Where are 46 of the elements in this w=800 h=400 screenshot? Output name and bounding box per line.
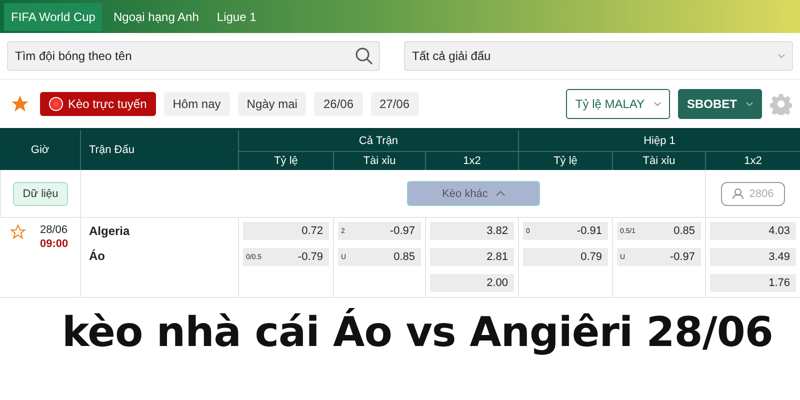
league-tab[interactable]: FIFA World Cup <box>4 2 102 30</box>
chevron-down-icon <box>654 102 661 106</box>
column-group-header: Hiệp 1 <box>518 130 800 152</box>
chevron-down-icon <box>778 54 785 58</box>
bookmaker-dropdown[interactable]: SBOBET <box>678 89 762 119</box>
column-group-header: Cả Trận <box>238 130 518 152</box>
odds-cell[interactable]: 3.49 <box>710 248 796 266</box>
date-button[interactable]: 27/06 <box>370 92 419 116</box>
home-team: Algeria <box>89 224 131 238</box>
odds-cell[interactable]: 0.72 <box>243 222 329 240</box>
date-button[interactable]: Hôm nay <box>164 92 230 116</box>
chevron-down-icon <box>746 102 753 106</box>
column-header: 1x2 <box>705 152 800 170</box>
column-header: Tài xỉu <box>612 152 705 170</box>
league-tab[interactable]: Ligue 1 <box>210 2 264 30</box>
column-header: 1x2 <box>425 152 518 170</box>
favorite-star-icon[interactable] <box>10 224 26 240</box>
odds-cell[interactable]: 2.00 <box>430 274 514 292</box>
search-field[interactable]: Tìm đội bóng theo tên <box>7 41 380 71</box>
odds-cell[interactable]: 4.03 <box>710 222 796 240</box>
away-team: Áo <box>89 249 106 263</box>
odds-cell[interactable]: 1.76 <box>710 274 796 292</box>
column-header: Giờ <box>0 130 80 170</box>
more-odds-button[interactable]: Kèo khác <box>407 181 540 206</box>
column-header: Trận Đấu <box>80 130 238 170</box>
league-tab[interactable]: Ngoại hạng Anh <box>106 2 206 30</box>
viewers-badge: 2806 <box>721 182 785 206</box>
column-header: Tỷ lệ <box>238 152 333 170</box>
live-odds-button[interactable]: Kèo trực tuyến <box>40 92 156 116</box>
column-header: Tài xỉu <box>333 152 425 170</box>
odds-cell[interactable]: 0.79 <box>523 248 608 266</box>
settings-icon[interactable] <box>770 93 792 115</box>
odds-format-dropdown[interactable]: Tỷ lệ MALAY <box>566 89 670 119</box>
match-time: 09:00 <box>40 238 68 250</box>
date-button[interactable]: 26/06 <box>314 92 362 116</box>
odds-cell[interactable]: 3.82 <box>430 222 514 240</box>
column-header: Tỷ lệ <box>518 152 612 170</box>
caption-text: kèo nhà cái Áo vs Angiêri 28/06 <box>61 307 774 356</box>
league-dropdown[interactable]: Tất cả giải đấu <box>404 41 793 71</box>
match-date: 28/06 <box>40 224 68 236</box>
date-button[interactable]: Ngày mai <box>238 92 306 116</box>
data-button[interactable]: Dữ liệu <box>12 182 68 206</box>
chevron-up-icon <box>496 191 505 196</box>
search-icon <box>355 47 373 65</box>
odds-cell[interactable]: 2.81 <box>430 248 514 266</box>
star-icon[interactable] <box>10 94 30 114</box>
